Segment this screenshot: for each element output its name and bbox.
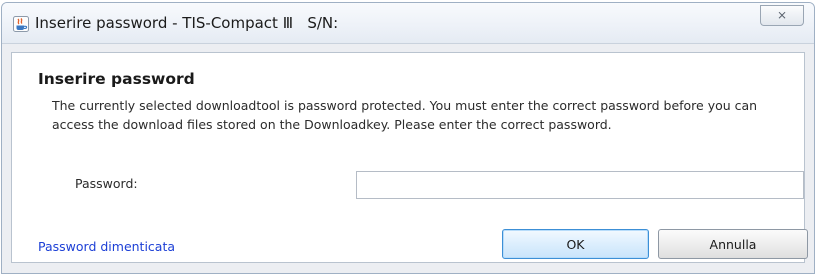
password-input[interactable]: [356, 171, 804, 199]
close-icon: ⨯: [776, 8, 788, 22]
ok-button[interactable]: OK: [502, 229, 649, 259]
close-button[interactable]: ⨯: [760, 5, 804, 26]
dialog-content: Inserire password The currently selected…: [11, 52, 808, 263]
title-bar[interactable]: Inserire password - TIS-Compact Ⅲ S/N: ⨯: [2, 3, 814, 44]
password-label: Password:: [75, 176, 138, 191]
java-app-icon: [13, 16, 29, 32]
dialog-description: The currently selected downloadtool is p…: [52, 98, 758, 132]
password-dialog-window: Inserire password - TIS-Compact Ⅲ S/N: ⨯…: [1, 2, 815, 274]
dialog-heading: Inserire password: [38, 70, 195, 88]
window-title: Inserire password - TIS-Compact Ⅲ S/N:: [35, 14, 339, 32]
cancel-button[interactable]: Annulla: [658, 229, 808, 259]
forgot-password-link[interactable]: Password dimenticata: [38, 239, 175, 254]
